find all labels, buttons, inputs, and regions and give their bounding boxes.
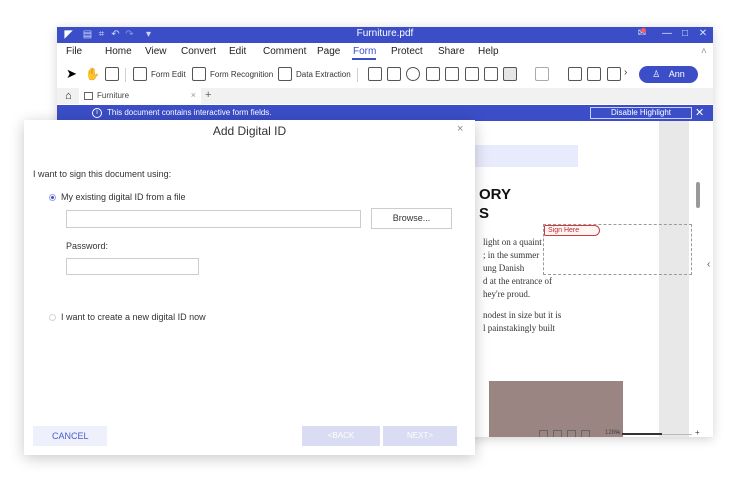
screenshot-stage: ◤ ▤ ⌗ ↶ ↷ ▾ Furniture.pdf ✉ — □ ✕ File H…	[0, 0, 756, 488]
toolbar-separator	[125, 68, 126, 82]
body-text-line: light on a quaint	[483, 237, 542, 247]
menu-edit[interactable]: Edit	[229, 46, 246, 57]
notification-badge	[641, 28, 646, 33]
new-tab-button[interactable]: +	[205, 89, 211, 101]
furniture-photo	[489, 381, 623, 437]
user-name: Ann	[668, 69, 685, 79]
pdf-file-icon	[84, 92, 93, 100]
radio-button-icon[interactable]	[406, 67, 420, 81]
more-tools-icon[interactable]: ›	[624, 67, 627, 78]
menu-home[interactable]: Home	[105, 46, 132, 57]
new-id-radio[interactable]	[49, 314, 56, 321]
menu-page[interactable]: Page	[317, 46, 340, 57]
title-bar: ◤ ▤ ⌗ ↶ ↷ ▾ Furniture.pdf ✉ — □ ✕	[57, 27, 713, 43]
disable-highlight-button[interactable]: Disable Highlight	[590, 107, 692, 119]
active-menu-indicator	[352, 58, 376, 60]
document-tab-bar: ⌂ Furniture × +	[57, 88, 713, 104]
menu-form[interactable]: Form	[353, 46, 376, 57]
form-recognition-icon[interactable]	[192, 67, 206, 81]
menu-bar: File Home View Convert Edit Comment Page…	[57, 43, 713, 61]
distribute-icon[interactable]	[568, 67, 582, 81]
body-text-line: ung Danish	[483, 263, 525, 273]
align-icon[interactable]	[535, 67, 549, 81]
list-box-icon[interactable]	[445, 67, 459, 81]
grid-view-icon[interactable]	[581, 430, 590, 437]
cancel-button[interactable]: CANCEL	[33, 426, 107, 446]
user-icon: ♙	[652, 69, 661, 79]
existing-id-label[interactable]: My existing digital ID from a file	[61, 192, 186, 202]
checkbox-field-icon[interactable]	[387, 67, 401, 81]
close-window-button[interactable]: ✕	[697, 28, 709, 39]
fit-page-icon[interactable]	[539, 430, 548, 437]
zoom-in-button[interactable]: +	[695, 428, 700, 437]
body-text-line: nodest in size but it is	[483, 310, 562, 320]
digital-id-file-input[interactable]	[66, 210, 361, 228]
existing-id-radio[interactable]	[49, 194, 56, 201]
zoom-slider-fill	[622, 433, 662, 435]
close-infobar-icon[interactable]: ✕	[695, 106, 704, 119]
button-field-icon[interactable]	[465, 67, 479, 81]
form-text-field[interactable]	[463, 145, 578, 167]
sign-method-prompt: I want to sign this document using:	[33, 169, 172, 179]
menu-convert[interactable]: Convert	[181, 46, 216, 57]
hand-tool-icon[interactable]: ✋	[85, 67, 100, 81]
browse-button[interactable]: Browse...	[371, 208, 452, 229]
form-edit-button[interactable]: Form Edit	[151, 70, 186, 79]
menu-share[interactable]: Share	[438, 46, 465, 57]
signature-field-icon[interactable]	[503, 67, 517, 81]
menu-view[interactable]: View	[145, 46, 167, 57]
page-heading: ORY	[479, 186, 511, 203]
form-edit-icon[interactable]	[133, 67, 147, 81]
body-text-line: l painstakingly built	[483, 323, 555, 333]
form-recognition-button[interactable]: Form Recognition	[210, 70, 273, 79]
data-extraction-icon[interactable]	[278, 67, 292, 81]
close-tab-icon[interactable]: ×	[191, 90, 196, 100]
two-page-icon[interactable]	[567, 430, 576, 437]
password-label: Password:	[66, 241, 109, 251]
page-subheading: S	[479, 205, 490, 222]
window-title: Furniture.pdf	[356, 28, 414, 39]
minimize-button[interactable]: —	[661, 28, 673, 39]
maximize-button[interactable]: □	[679, 28, 691, 39]
user-account-button[interactable]: ♙ Ann	[639, 66, 698, 83]
vertical-scrollbar[interactable]	[696, 182, 700, 208]
dialog-title: Add Digital ID	[212, 124, 287, 138]
info-icon: i	[92, 108, 102, 118]
info-message: This document contains interactive form …	[107, 108, 272, 117]
body-text-line: ; in the summer	[483, 250, 540, 260]
form-toolbar: ➤ ✋ Form Edit Form Recognition Data Extr…	[57, 63, 713, 87]
select-tool-icon[interactable]: ➤	[66, 67, 80, 81]
image-field-icon[interactable]	[484, 67, 498, 81]
properties-icon[interactable]	[607, 67, 621, 81]
form-info-bar: i This document contains interactive for…	[57, 105, 713, 121]
new-id-label[interactable]: I want to create a new digital ID now	[61, 312, 206, 322]
edit-tool-icon[interactable]	[105, 67, 119, 81]
next-button[interactable]: NEXT>	[383, 426, 457, 446]
text-field-icon[interactable]	[368, 67, 382, 81]
home-icon[interactable]: ⌂	[65, 90, 72, 102]
body-text-line: d at the entrance of	[483, 276, 552, 286]
menu-help[interactable]: Help	[478, 46, 499, 57]
body-text-line: hey're proud.	[483, 289, 531, 299]
tab-furniture[interactable]: Furniture ×	[79, 88, 201, 104]
collapse-ribbon-icon[interactable]: ˄	[701, 46, 707, 57]
back-button[interactable]: <BACK	[302, 426, 380, 446]
toolbar-separator	[357, 68, 358, 82]
data-extraction-button[interactable]: Data Extraction	[296, 70, 351, 79]
expand-panel-chevron-icon[interactable]: ‹	[707, 259, 710, 270]
status-bar: 128% − +	[537, 428, 713, 437]
add-digital-id-dialog: Add Digital ID × I want to sign this doc…	[24, 120, 475, 455]
combo-box-icon[interactable]	[426, 67, 440, 81]
size-icon[interactable]	[587, 67, 601, 81]
tab-label: Furniture	[97, 91, 130, 100]
menu-file[interactable]: File	[66, 46, 82, 57]
zoom-out-button[interactable]: −	[615, 428, 620, 437]
menu-comment[interactable]: Comment	[263, 46, 306, 57]
dialog-close-icon[interactable]: ×	[457, 123, 463, 135]
password-input[interactable]	[66, 258, 199, 275]
menu-protect[interactable]: Protect	[391, 46, 423, 57]
sign-here-tag[interactable]: Sign Here	[544, 225, 601, 236]
single-page-icon[interactable]	[553, 430, 562, 437]
